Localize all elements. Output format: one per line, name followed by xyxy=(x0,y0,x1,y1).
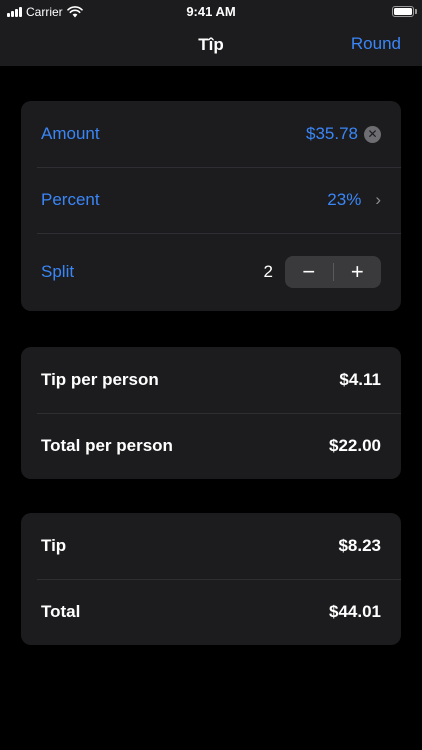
nav-bar: Tîp Round xyxy=(0,24,422,66)
status-bar: Carrier 9:41 AM xyxy=(0,0,422,24)
amount-field[interactable]: $35.78 xyxy=(306,124,358,144)
battery-level xyxy=(394,8,412,15)
round-button[interactable]: Round xyxy=(351,34,401,54)
battery-icon xyxy=(392,6,414,17)
split-label: Split xyxy=(41,262,75,281)
percent-label: Percent xyxy=(41,190,100,209)
decrement-button[interactable]: − xyxy=(285,256,333,288)
total-per-person-value: $22.00 xyxy=(329,436,381,455)
split-value: 2 xyxy=(263,262,273,281)
percent-row[interactable]: Percent 23% › xyxy=(21,167,401,233)
percent-value-group: 23% › xyxy=(327,190,381,210)
per-person-card: Tip per person $4.11 Total per person $2… xyxy=(21,347,401,479)
input-card: Amount $35.78 ✕ Percent 23% › Split 2 − … xyxy=(21,101,401,311)
status-time: 9:41 AM xyxy=(186,4,236,19)
clear-icon[interactable]: ✕ xyxy=(364,125,381,143)
amount-label: Amount xyxy=(41,124,100,143)
split-stepper: − + xyxy=(285,256,381,288)
tip-per-person-value: $4.11 xyxy=(339,370,381,389)
chevron-right-icon: › xyxy=(375,190,381,209)
tip-row: Tip $8.23 xyxy=(21,513,401,579)
amount-value-group: $35.78 ✕ xyxy=(306,124,381,144)
amount-row[interactable]: Amount $35.78 ✕ xyxy=(21,101,401,167)
tip-value: $8.23 xyxy=(338,536,381,555)
total-per-person-row: Total per person $22.00 xyxy=(21,413,401,479)
split-row: Split 2 − + xyxy=(21,233,401,311)
total-per-person-label: Total per person xyxy=(41,436,173,455)
increment-button[interactable]: + xyxy=(334,256,382,288)
totals-card: Tip $8.23 Total $44.01 xyxy=(21,513,401,645)
tip-label: Tip xyxy=(41,536,67,555)
battery-cap xyxy=(415,9,417,14)
total-row: Total $44.01 xyxy=(21,579,401,645)
split-value-group: 2 − + xyxy=(264,256,381,288)
total-label: Total xyxy=(41,602,81,621)
percent-value: 23% xyxy=(327,190,362,209)
tip-per-person-label: Tip per person xyxy=(41,370,159,389)
tip-per-person-row: Tip per person $4.11 xyxy=(21,347,401,413)
total-value: $44.01 xyxy=(329,602,381,621)
